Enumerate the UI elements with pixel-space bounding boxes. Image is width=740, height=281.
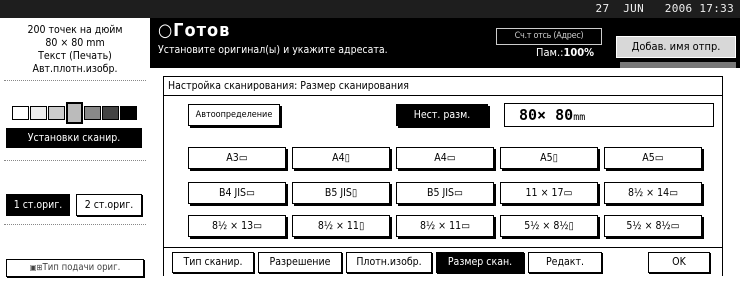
paper-size-button[interactable]: B5 JIS▭ bbox=[396, 182, 494, 204]
tab-5[interactable]: Редакт. bbox=[528, 252, 602, 273]
feed-type-label: Тип подачи ориг. bbox=[42, 262, 121, 273]
paper-size-button[interactable]: 8½ × 13▭ bbox=[188, 215, 286, 237]
left-panel: 200 точек на дюйм 80 × 80 mm Текст (Печа… bbox=[0, 18, 150, 281]
memory-indicator: Пам.:100% bbox=[536, 46, 595, 59]
divider bbox=[4, 160, 146, 161]
density-level-2 bbox=[30, 106, 47, 120]
density-level-6 bbox=[102, 106, 119, 120]
paper-size-button[interactable]: 5½ × 8½▯ bbox=[500, 215, 598, 237]
tab-3[interactable]: Плотн.изобр. bbox=[346, 252, 432, 273]
paper-size-button[interactable]: A4▭ bbox=[396, 147, 494, 169]
resolution-line1: 200 точек на дюйм bbox=[27, 24, 123, 36]
paper-size-button[interactable]: A5▭ bbox=[604, 147, 702, 169]
paper-size-button[interactable]: 8½ × 11▯ bbox=[292, 215, 390, 237]
scan-settings-button[interactable]: Установки сканир. bbox=[6, 128, 142, 148]
paper-size-button[interactable]: A4▯ bbox=[292, 147, 390, 169]
hidden-button bbox=[620, 62, 736, 68]
tab-1[interactable]: Тип сканир. bbox=[172, 252, 254, 273]
tab-2[interactable]: Разрешение bbox=[258, 252, 342, 273]
density-level-5 bbox=[84, 106, 101, 120]
paper-size-button[interactable]: B4 JIS▭ bbox=[188, 182, 286, 204]
dialog-title: Настройка сканирования: Размер сканирова… bbox=[164, 77, 722, 96]
divider bbox=[4, 224, 146, 225]
page-title: ○Готов bbox=[158, 20, 231, 41]
scan-mode: Текст (Печать) bbox=[38, 50, 112, 62]
resolution-line2: 80 × 80 mm bbox=[45, 37, 105, 49]
one-sided-original-button[interactable]: 1 ст.ориг. bbox=[6, 194, 70, 216]
tab-bar: Тип сканир. Разрешение Плотн.изобр. Размер … bbox=[164, 247, 722, 276]
status-bar: 27 JUN 2006 17:33 bbox=[0, 0, 740, 18]
scan-size-dialog: Настройка сканирования: Размер сканирова… bbox=[163, 76, 723, 276]
paper-size-button[interactable]: 8½ × 11▭ bbox=[396, 215, 494, 237]
feed-icon: ▣⊞ bbox=[29, 263, 43, 272]
two-sided-original-button[interactable]: 2 ст.ориг. bbox=[76, 194, 142, 216]
check-destination-button[interactable]: Сч.т отсь (Адрес) bbox=[496, 28, 602, 45]
density-level-4 bbox=[66, 102, 83, 124]
paper-size-button[interactable]: 11 × 17▭ bbox=[500, 182, 598, 204]
paper-size-button[interactable]: 8½ × 14▭ bbox=[604, 182, 702, 204]
custom-size-value: 80× 80mm bbox=[504, 103, 714, 127]
ready-icon: ○ bbox=[158, 20, 174, 41]
custom-size-button[interactable]: Нест. разм. bbox=[396, 104, 488, 126]
tab-4[interactable]: Размер скан. bbox=[436, 252, 524, 273]
paper-size-button[interactable]: B5 JIS▯ bbox=[292, 182, 390, 204]
header: ○Готов Установите оригинал(ы) и укажите … bbox=[150, 18, 740, 68]
instruction-text: Установите оригинал(ы) и укажите адресат… bbox=[158, 44, 388, 56]
density-label: Авт.плотн.изобр. bbox=[32, 63, 118, 75]
datetime: 27 JUN 2006 17:33 bbox=[595, 2, 734, 15]
density-level-7 bbox=[120, 106, 137, 120]
paper-size-button[interactable]: A3▭ bbox=[188, 147, 286, 169]
divider bbox=[4, 80, 146, 81]
paper-size-button[interactable]: A5▯ bbox=[500, 147, 598, 169]
density-level-3 bbox=[48, 106, 65, 120]
auto-detect-button[interactable]: Автоопределение bbox=[188, 104, 280, 126]
add-sender-name-button[interactable]: Добав. имя отпр. bbox=[616, 36, 736, 58]
paper-size-button[interactable]: 5½ × 8½▭ bbox=[604, 215, 702, 237]
density-level-1 bbox=[12, 106, 29, 120]
ok-button[interactable]: OK bbox=[648, 252, 710, 273]
feed-type-button[interactable]: ▣⊞Тип подачи ориг. bbox=[6, 259, 144, 277]
